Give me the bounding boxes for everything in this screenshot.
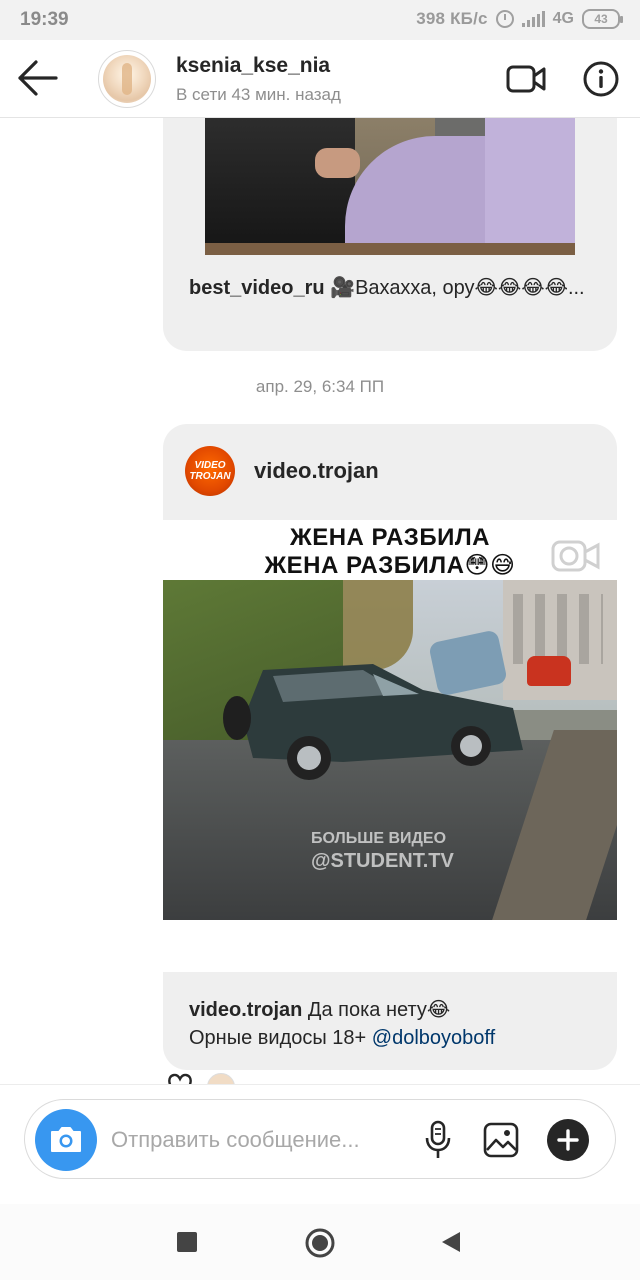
avatar-image	[103, 55, 151, 103]
video-camera-icon	[551, 540, 601, 572]
camera-icon[interactable]	[35, 1109, 97, 1171]
gallery-icon[interactable]	[483, 1122, 519, 1158]
message-input[interactable]	[111, 1124, 411, 1156]
post-caption-text: Да пока нету😂	[307, 999, 451, 1021]
video-watermark: БОЛЬШЕ ВИДЕО	[311, 830, 447, 847]
chat-username[interactable]: ksenia_kse_nia	[176, 54, 330, 78]
post-caption-text: 🎥Вахахха, ору😂😂😂😂...	[330, 277, 585, 299]
post-caption: best_video_ru 🎥Вахахха, ору😂😂😂😂...	[189, 274, 599, 302]
post-footer-author[interactable]: video.trojan	[189, 999, 302, 1021]
online-status: В сети 43 мин. назад	[176, 85, 341, 104]
signal-icon	[521, 11, 545, 27]
post-author[interactable]: video.trojan	[254, 458, 379, 484]
status-time: 19:39	[20, 9, 69, 30]
plus-icon[interactable]	[547, 1119, 589, 1161]
recent-apps-icon[interactable]	[177, 1232, 197, 1252]
post-thumbnail[interactable]	[205, 118, 575, 255]
avatar[interactable]	[98, 50, 156, 108]
message-composer	[24, 1099, 616, 1179]
mention-link[interactable]: @dolboyoboff	[372, 1027, 495, 1049]
post-caption-line2: Орные видосы 18+	[189, 1027, 372, 1049]
date-separator: апр. 29, 6:34 ПП	[255, 377, 385, 396]
wrecked-car-image	[223, 664, 523, 780]
status-bar: 19:39 398 КБ/с 4G 43	[0, 0, 640, 40]
shared-post-message[interactable]: VIDEO TROJAN video.trojan ЖЕНА РАЗБИЛА Ж…	[163, 424, 617, 1070]
post-author[interactable]: best_video_ru	[189, 277, 325, 299]
post-author-avatar[interactable]: VIDEO TROJAN	[185, 446, 235, 496]
back-arrow-icon[interactable]	[16, 58, 60, 98]
back-triangle-icon[interactable]	[440, 1230, 462, 1254]
network-speed: 398 КБ/с	[416, 9, 488, 28]
info-icon[interactable]	[582, 60, 620, 98]
chat-header: ksenia_kse_nia В сети 43 мин. назад	[0, 40, 640, 118]
network-type: 4G	[552, 10, 574, 27]
reactor-avatar	[207, 1073, 235, 1084]
microphone-icon[interactable]	[423, 1120, 453, 1160]
post-media[interactable]: ЖЕНА РАЗБИЛА ЖЕНА РАЗБИЛА😳😅 БОЛЬШЕ ВИДЕО…	[163, 520, 617, 972]
post-caption: video.trojan Да пока нету😂 Орные видосы …	[189, 996, 599, 1052]
heart-icon[interactable]	[165, 1072, 195, 1084]
video-caption: ЖЕНА РАЗБИЛА ЖЕНА РАЗБИЛА😳😅	[264, 524, 516, 579]
video-thumbnail[interactable]: БОЛЬШЕ ВИДЕО @STUDENT.TV	[163, 580, 617, 920]
system-nav-bar	[0, 1204, 640, 1280]
status-indicators: 398 КБ/с 4G 43	[416, 9, 623, 29]
alarm-icon	[495, 10, 514, 28]
home-icon[interactable]	[304, 1227, 336, 1259]
composer-bar	[0, 1084, 640, 1204]
battery-icon: 43	[582, 9, 623, 29]
shared-post-message[interactable]: best_video_ru 🎥Вахахха, ору😂😂😂😂...	[163, 118, 617, 351]
message-thread[interactable]: best_video_ru 🎥Вахахха, ору😂😂😂😂... апр. …	[0, 118, 640, 1084]
video-watermark-handle: @STUDENT.TV	[311, 850, 454, 872]
video-call-icon[interactable]	[506, 64, 546, 94]
reaction-row	[165, 1070, 255, 1084]
